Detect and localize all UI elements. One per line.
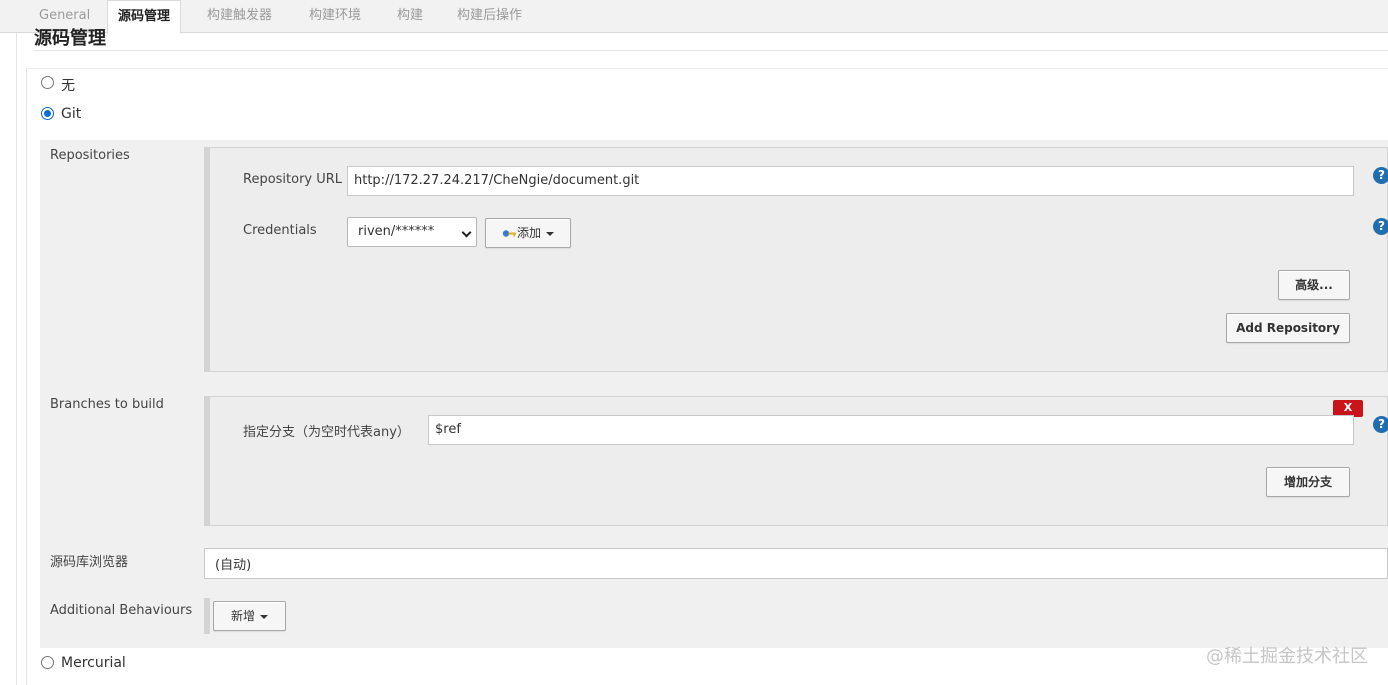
branch-specifier-help-icon[interactable]: ?	[1373, 416, 1388, 433]
scm-git-label[interactable]: Git	[61, 106, 81, 122]
tab-build[interactable]: 构建	[397, 0, 423, 33]
credentials-selected-value: riven/******	[358, 224, 435, 239]
caret-down-icon	[260, 614, 268, 619]
add-credentials-button[interactable]: 添加	[485, 218, 571, 248]
branches-to-build-label: Branches to build	[50, 397, 164, 412]
add-behaviour-label: 新增	[230, 609, 255, 623]
add-behaviour-button[interactable]: 新增	[213, 601, 286, 631]
add-credentials-label: 添加	[516, 226, 541, 240]
caret-down-icon	[546, 231, 554, 236]
scm-none-radio[interactable]	[41, 76, 54, 89]
repository-url-label: Repository URL	[243, 172, 343, 187]
section-title: 源码管理	[34, 28, 106, 46]
page-left-border	[16, 33, 17, 685]
chevron-down-icon	[461, 227, 472, 238]
key-icon	[502, 230, 516, 237]
advanced-button[interactable]: 高级...	[1278, 270, 1350, 300]
behaviours-indent-bar	[204, 598, 210, 634]
repository-url-input[interactable]: http://172.27.24.217/CheNgie/document.gi…	[347, 166, 1354, 196]
scm-git-radio[interactable]	[41, 107, 54, 120]
repository-url-help-icon[interactable]: ?	[1373, 167, 1388, 184]
repository-browser-select[interactable]: (自动)	[204, 548, 1388, 579]
tab-build-environment[interactable]: 构建环境	[309, 0, 361, 33]
watermark: @稀土掘金技术社区	[1206, 646, 1368, 667]
scm-mercurial-label[interactable]: Mercurial	[61, 655, 126, 671]
scm-none-label[interactable]: 无	[61, 75, 75, 95]
credentials-help-icon[interactable]: ?	[1373, 218, 1388, 235]
additional-behaviours-label: Additional Behaviours	[50, 603, 193, 618]
branch-specifier-label: 指定分支（为空时代表any）	[243, 425, 410, 440]
tab-bar: General 源码管理 构建触发器 构建环境 构建 构建后操作	[0, 0, 1388, 34]
scm-mercurial-radio[interactable]	[41, 656, 54, 669]
tab-source-code-management[interactable]: 源码管理	[107, 0, 182, 34]
add-repository-button[interactable]: Add Repository	[1226, 313, 1350, 343]
tab-build-triggers[interactable]: 构建触发器	[207, 0, 272, 33]
credentials-label-text: Credentials	[243, 223, 317, 238]
repositories-label: Repositories	[50, 148, 130, 163]
tab-post-build-actions[interactable]: 构建后操作	[457, 0, 522, 33]
add-branch-button[interactable]: 增加分支	[1266, 467, 1350, 497]
credentials-select[interactable]: riven/******	[347, 217, 477, 247]
branch-specifier-input[interactable]: $ref	[428, 415, 1354, 445]
repository-browser-label: 源码库浏览器	[50, 555, 129, 570]
section-divider	[34, 50, 1388, 51]
